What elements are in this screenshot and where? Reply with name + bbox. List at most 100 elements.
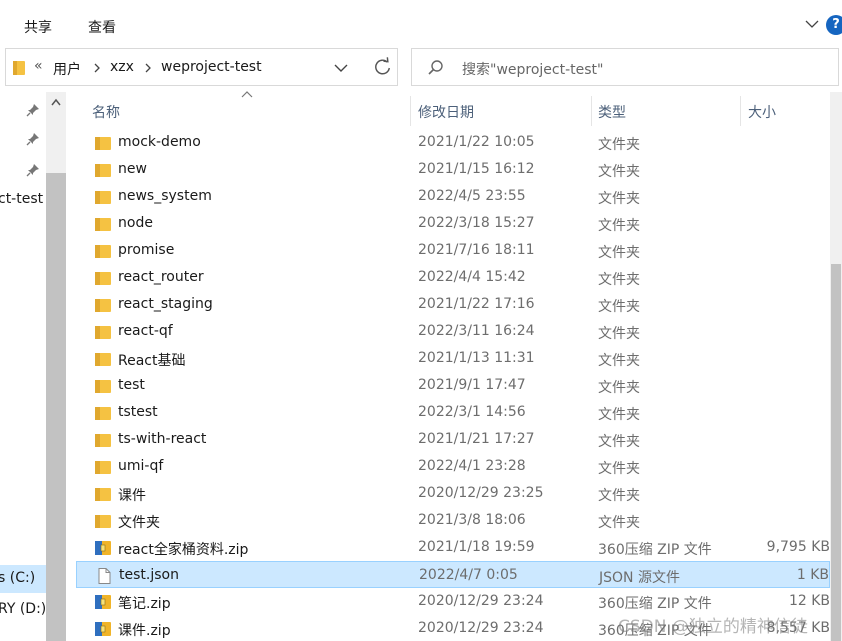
file-name[interactable]: mock-demo	[118, 134, 201, 150]
file-row[interactable]: react-qf 2022/3/11 16:24 文件夹	[76, 318, 830, 345]
refresh-icon[interactable]	[366, 49, 398, 85]
search-placeholder: 搜索"weproject-test"	[462, 62, 604, 78]
file-date: 2022/3/1 14:56	[418, 404, 526, 420]
help-icon[interactable]: ?	[826, 15, 842, 35]
nav-scrollbar[interactable]	[46, 92, 66, 641]
folder-icon	[94, 297, 112, 313]
scroll-up-arrow-icon[interactable]	[51, 98, 61, 106]
breadcrumb-separator-icon[interactable]	[144, 63, 152, 73]
file-row[interactable]: react_router 2022/4/4 15:42 文件夹	[76, 264, 830, 291]
file-name[interactable]: umi-qf	[118, 458, 163, 474]
file-row[interactable]: 笔记.zip 2020/12/29 23:24 360压缩 ZIP 文件 12 KB	[76, 588, 830, 615]
file-type: 360压缩 ZIP 文件	[598, 542, 712, 558]
file-name[interactable]: test.json	[119, 567, 179, 583]
zip-icon	[94, 621, 112, 637]
file-name[interactable]: node	[118, 215, 153, 231]
file-row[interactable]: test 2021/9/1 17:47 文件夹	[76, 372, 830, 399]
column-divider[interactable]	[410, 96, 411, 126]
file-name[interactable]: react-qf	[118, 323, 173, 339]
file-row[interactable]: react_staging 2021/1/22 17:16 文件夹	[76, 291, 830, 318]
file-name[interactable]: react_router	[118, 269, 204, 285]
ribbon: 共享 查看 ?	[0, 0, 842, 44]
column-header-size[interactable]: 大小	[748, 102, 776, 122]
column-divider[interactable]	[591, 96, 592, 126]
file-row[interactable]: test.json 2022/4/7 0:05 JSON 源文件 1 KB	[76, 561, 830, 588]
tab-share[interactable]: 共享	[24, 17, 52, 37]
tab-view[interactable]: 查看	[88, 17, 116, 37]
folder-icon	[94, 135, 112, 151]
overflow-chevron-icon[interactable]: «	[34, 58, 43, 74]
file-name[interactable]: new	[118, 161, 147, 177]
folder-icon	[94, 513, 112, 529]
column-divider[interactable]	[740, 96, 741, 126]
pin-icon[interactable]	[26, 163, 40, 177]
folder-icon	[94, 216, 112, 232]
file-type: 文件夹	[598, 353, 640, 369]
folder-icon	[94, 189, 112, 205]
file-row[interactable]: react全家桶资料.zip 2021/1/18 19:59 360压缩 ZIP 文…	[76, 534, 830, 561]
folder-icon	[94, 324, 112, 340]
file-name[interactable]: promise	[118, 242, 174, 258]
column-header-row: 名称 修改日期 类型 大小	[76, 91, 830, 128]
file-name[interactable]: React基础	[118, 350, 185, 370]
quick-access-item-project[interactable]: ct-test	[0, 191, 43, 207]
nav-drive-d[interactable]: RY (D:)	[0, 601, 46, 617]
column-header-date[interactable]: 修改日期	[418, 102, 474, 122]
breadcrumb-current-folder[interactable]: weproject-test	[161, 59, 262, 75]
expand-ribbon-chevron-icon[interactable]	[805, 19, 819, 29]
file-list-scrollbar-thumb[interactable]	[831, 264, 841, 641]
file-type: 文件夹	[598, 218, 640, 234]
nav-drive-c-label: s (C:)	[0, 570, 36, 586]
file-type: 文件夹	[598, 461, 640, 477]
file-date: 2021/1/18 19:59	[418, 539, 535, 555]
column-header-name[interactable]: 名称	[92, 102, 120, 122]
file-date: 2022/3/11 16:24	[418, 323, 535, 339]
file-date: 2021/1/22 10:05	[418, 134, 535, 150]
file-row[interactable]: ts-with-react 2021/1/21 17:27 文件夹	[76, 426, 830, 453]
file-row[interactable]: umi-qf 2022/4/1 23:28 文件夹	[76, 453, 830, 480]
pin-icon[interactable]	[26, 132, 40, 146]
address-bar[interactable]: « 用户 xzx weproject-test	[5, 48, 398, 86]
breadcrumb-xzx[interactable]: xzx	[110, 59, 134, 75]
file-date: 2022/4/5 23:55	[418, 188, 526, 204]
file-row[interactable]: node 2022/3/18 15:27 文件夹	[76, 210, 830, 237]
folder-icon	[94, 459, 112, 475]
file-name[interactable]: 笔记.zip	[118, 593, 171, 613]
file-size: 9,795 KB	[766, 539, 830, 555]
nav-drive-c[interactable]: s (C:)	[0, 565, 46, 593]
pin-icon[interactable]	[26, 103, 40, 117]
file-date: 2022/3/18 15:27	[418, 215, 535, 231]
file-type: 文件夹	[598, 272, 640, 288]
file-name[interactable]: 文件夹	[118, 512, 160, 532]
breadcrumb-separator-icon[interactable]	[93, 63, 101, 73]
address-history-dropdown-icon[interactable]	[334, 64, 348, 73]
column-header-type[interactable]: 类型	[598, 102, 626, 122]
file-row[interactable]: promise 2021/7/16 18:11 文件夹	[76, 237, 830, 264]
file-row[interactable]: tstest 2022/3/1 14:56 文件夹	[76, 399, 830, 426]
file-name[interactable]: test	[118, 377, 145, 393]
nav-scrollbar-thumb[interactable]	[46, 173, 66, 641]
breadcrumb-users[interactable]: 用户	[53, 59, 81, 79]
file-name[interactable]: ts-with-react	[118, 431, 206, 447]
file-list-scrollbar[interactable]	[830, 92, 842, 641]
file-type: 文件夹	[598, 164, 640, 180]
file-name[interactable]: react全家桶资料.zip	[118, 539, 248, 559]
file-row[interactable]: 文件夹 2021/3/8 18:06 文件夹	[76, 507, 830, 534]
file-row[interactable]: mock-demo 2021/1/22 10:05 文件夹	[76, 129, 830, 156]
file-row[interactable]: new 2021/1/15 16:12 文件夹	[76, 156, 830, 183]
file-row[interactable]: 课件 2020/12/29 23:25 文件夹	[76, 480, 830, 507]
file-type: 360压缩 ZIP 文件	[598, 596, 712, 612]
file-type: 文件夹	[598, 245, 640, 261]
file-name[interactable]: 课件.zip	[118, 620, 171, 640]
file-name[interactable]: news_system	[118, 188, 212, 204]
folder-icon	[94, 162, 112, 178]
file-row[interactable]: React基础 2021/1/13 11:31 文件夹	[76, 345, 830, 372]
file-row[interactable]: news_system 2022/4/5 23:55 文件夹	[76, 183, 830, 210]
zip-icon	[94, 540, 112, 556]
zip-icon	[94, 594, 112, 610]
file-size: 1 KB	[796, 567, 829, 583]
file-name[interactable]: 课件	[118, 485, 146, 505]
search-box[interactable]: 搜索"weproject-test"	[411, 48, 839, 86]
file-name[interactable]: react_staging	[118, 296, 213, 312]
file-name[interactable]: tstest	[118, 404, 158, 420]
